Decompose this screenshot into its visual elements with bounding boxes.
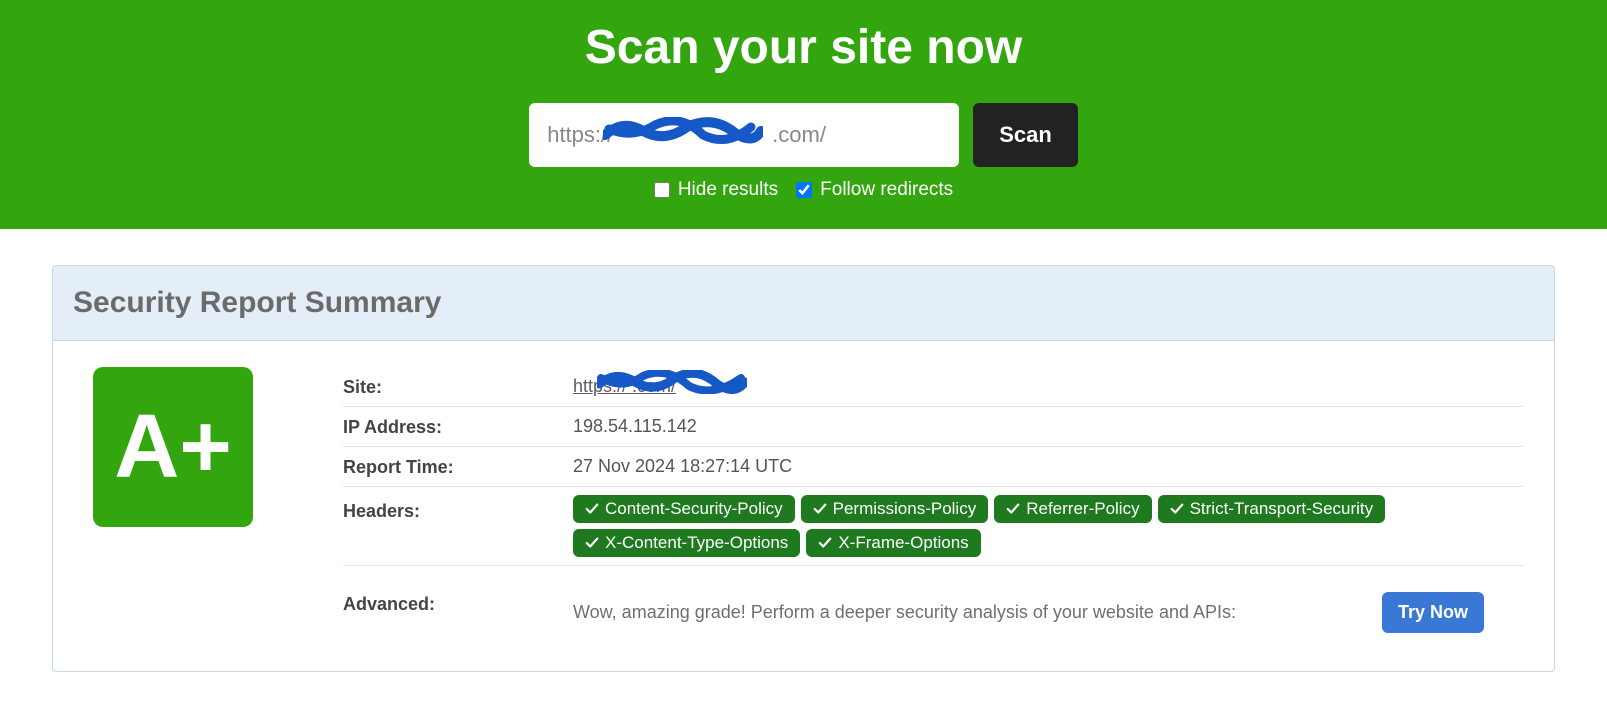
grade-badge: A+ [93,367,253,527]
row-advanced: Advanced: Wow, amazing grade! Perform a … [343,566,1524,641]
report-body: A+ Site: https:// .com/ [53,341,1554,671]
report-wrapper: Security Report Summary A+ Site: https:/… [0,229,1607,708]
check-icon [818,536,832,550]
check-icon [585,502,599,516]
follow-redirects-checkbox[interactable] [796,182,812,198]
hide-results-option[interactable]: Hide results [654,179,778,201]
row-ip: IP Address: 198.54.115.142 [343,407,1524,447]
report-title: Security Report Summary [73,286,1534,320]
row-time: Report Time: 27 Nov 2024 18:27:14 UTC [343,447,1524,487]
search-row: Scan [0,103,1607,167]
site-link[interactable]: https:// .com/ [573,376,676,397]
scan-button[interactable]: Scan [973,103,1078,167]
site-label: Site: [343,375,573,398]
try-now-button[interactable]: Try Now [1382,592,1484,633]
advanced-text: Wow, amazing grade! Perform a deeper sec… [573,602,1236,623]
row-headers: Headers: Content-Security-PolicyPermissi… [343,487,1524,566]
hide-results-label: Hide results [678,179,778,201]
grade-value: A+ [114,402,232,492]
follow-redirects-label: Follow redirects [820,179,953,201]
details-table: Site: https:// .com/ [343,367,1524,641]
hero-title: Scan your site now [0,20,1607,75]
hide-results-checkbox[interactable] [654,182,670,198]
options-row: Hide results Follow redirects [0,179,1607,201]
header-pill: X-Frame-Options [806,529,980,557]
headers-pills: Content-Security-PolicyPermissions-Polic… [573,495,1524,557]
url-input[interactable] [529,103,959,167]
check-icon [1170,502,1184,516]
hero-section: Scan your site now Scan Hide results Fol… [0,0,1607,229]
row-site: Site: https:// .com/ [343,367,1524,407]
header-pill: Content-Security-Policy [573,495,795,523]
time-label: Report Time: [343,455,573,478]
headers-label: Headers: [343,495,573,557]
site-link-text: https:// .com/ [573,376,676,396]
follow-redirects-option[interactable]: Follow redirects [796,179,953,201]
header-pill: Permissions-Policy [801,495,989,523]
check-icon [813,502,827,516]
header-pill: X-Content-Type-Options [573,529,800,557]
check-icon [585,536,599,550]
ip-label: IP Address: [343,415,573,438]
report-card: Security Report Summary A+ Site: https:/… [52,265,1555,672]
check-icon [1006,502,1020,516]
header-pill: Strict-Transport-Security [1158,495,1386,523]
header-pill: Referrer-Policy [994,495,1151,523]
advanced-label: Advanced: [343,592,573,633]
time-value: 27 Nov 2024 18:27:14 UTC [573,455,1524,478]
report-header: Security Report Summary [53,266,1554,341]
ip-value: 198.54.115.142 [573,415,1524,438]
